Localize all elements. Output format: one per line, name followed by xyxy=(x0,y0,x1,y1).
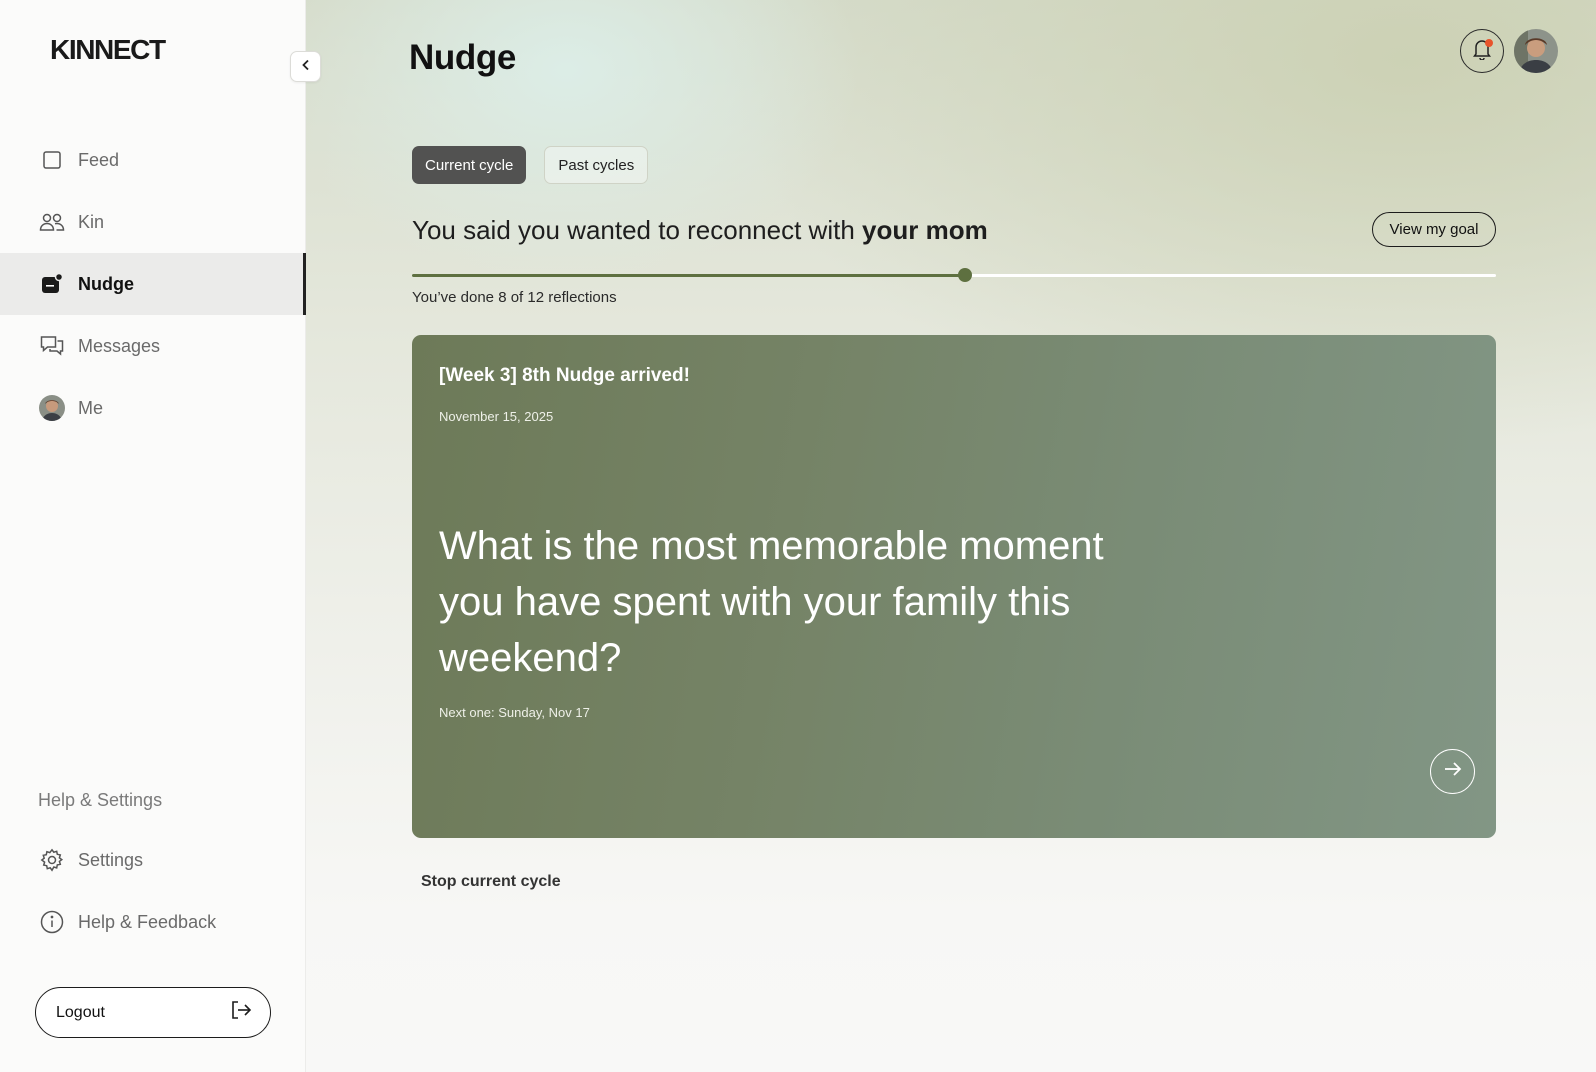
arrow-right-icon xyxy=(1443,759,1463,784)
sidebar-item-feed[interactable]: Feed xyxy=(0,129,306,191)
sidebar-item-me[interactable]: Me xyxy=(0,377,306,439)
sidebar-item-kin[interactable]: Kin xyxy=(0,191,306,253)
logout-button[interactable]: Logout xyxy=(35,987,271,1038)
next-nudge-date: Next one: Sunday, Nov 17 xyxy=(439,705,590,720)
goal-prefix: You said you wanted to reconnect with xyxy=(412,215,855,245)
sidebar-item-label: Me xyxy=(78,397,104,418)
sidebar-item-help-feedback[interactable]: Help & Feedback xyxy=(0,891,306,953)
logout-label: Logout xyxy=(56,1003,105,1021)
sidebar-item-settings[interactable]: Settings xyxy=(0,829,306,891)
progress-fill xyxy=(412,274,965,277)
gear-icon xyxy=(38,846,66,874)
notification-dot xyxy=(1485,39,1493,47)
open-nudge-button[interactable] xyxy=(1430,749,1475,794)
sidebar-item-label: Messages xyxy=(78,335,161,356)
nudge-card: [Week 3] 8th Nudge arrived! November 15,… xyxy=(412,335,1496,838)
sidebar-item-label: Feed xyxy=(78,149,120,170)
goal-statement: You said you wanted to reconnect with yo… xyxy=(412,215,988,246)
reflection-progress-bar xyxy=(412,268,1496,282)
info-icon xyxy=(38,908,66,936)
help-settings-heading: Help & Settings xyxy=(38,790,163,810)
sidebar: KINNECT Feed Kin Nudge Messages Me Help … xyxy=(0,0,306,1072)
sidebar-bottom-nav: Settings Help & Feedback xyxy=(0,829,306,953)
sidebar-item-label: Kin xyxy=(78,211,105,232)
people-icon xyxy=(38,208,66,236)
sidebar-item-label: Nudge xyxy=(78,273,134,294)
chevron-left-icon xyxy=(300,58,312,76)
cycle-tabs: Current cycle Past cycles xyxy=(412,146,649,184)
nudge-date: November 15, 2025 xyxy=(439,409,554,424)
progress-label: You’ve done 8 of 12 reflections xyxy=(412,289,617,306)
sidebar-item-label: Help & Feedback xyxy=(78,911,217,932)
logout-icon xyxy=(230,999,252,1026)
view-goal-button[interactable]: View my goal xyxy=(1372,212,1496,247)
sidebar-item-messages[interactable]: Messages xyxy=(0,315,306,377)
sidebar-nav: Feed Kin Nudge Messages Me xyxy=(0,129,306,439)
nudge-title: [Week 3] 8th Nudge arrived! xyxy=(439,365,690,386)
app-logo: KINNECT xyxy=(50,34,166,65)
avatar xyxy=(39,395,65,421)
sidebar-collapse-button[interactable] xyxy=(290,51,321,82)
progress-knob xyxy=(957,268,972,282)
page-title: Nudge xyxy=(409,38,516,77)
square-icon xyxy=(38,146,66,174)
notifications-button[interactable] xyxy=(1460,29,1504,73)
tab-past-cycles[interactable]: Past cycles xyxy=(544,146,649,184)
chat-icon xyxy=(38,332,66,360)
tab-current-cycle[interactable]: Current cycle xyxy=(412,146,527,184)
avatar[interactable] xyxy=(1514,29,1558,73)
nudge-question: What is the most memorable moment you ha… xyxy=(439,524,1104,680)
sidebar-item-nudge[interactable]: Nudge xyxy=(0,253,306,315)
goal-target: your mom xyxy=(862,215,988,245)
nudge-icon xyxy=(38,270,66,298)
main-content: Nudge Current cycle Past cycles You said… xyxy=(306,0,1596,1072)
stop-cycle-link[interactable]: Stop current cycle xyxy=(421,873,561,891)
sidebar-item-label: Settings xyxy=(78,849,144,870)
